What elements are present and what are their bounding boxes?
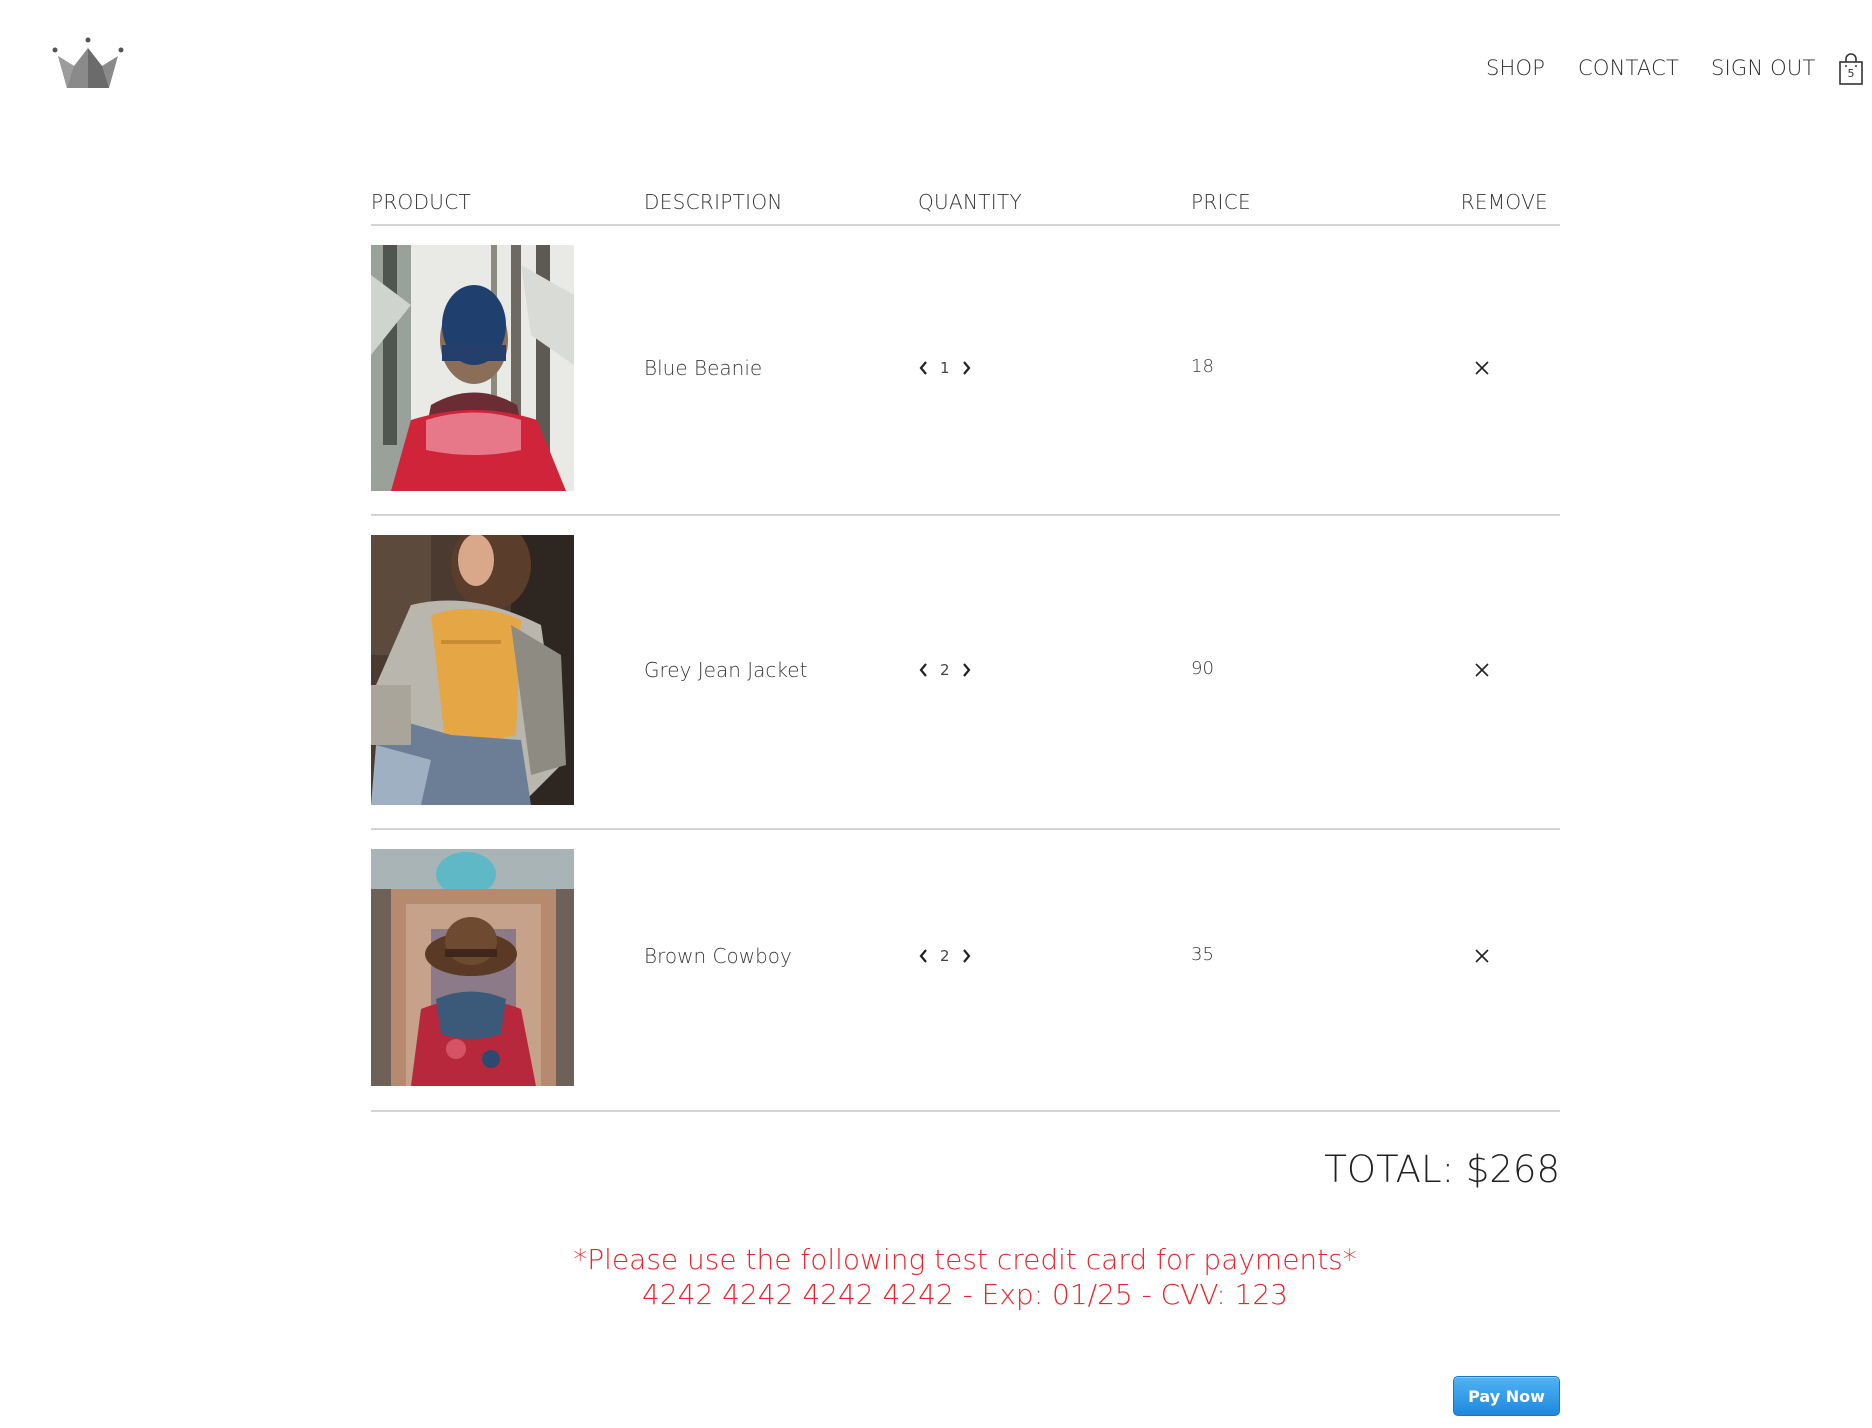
quantity-value: 2: [940, 661, 950, 679]
product-image-blue-beanie[interactable]: [371, 245, 574, 491]
chevron-right-icon[interactable]: [958, 356, 974, 380]
table-row: Blue Beanie 1 18: [371, 226, 1560, 516]
cart-total: TOTAL: $268: [1324, 1148, 1560, 1191]
nav-sign-out-link[interactable]: SIGN OUT: [1711, 56, 1816, 80]
test-card-details: 4242 4242 4242 4242 - Exp: 01/25 - CVV: …: [642, 1278, 1288, 1311]
column-header-quantity: QUANTITY: [918, 190, 1022, 214]
nav-contact-link[interactable]: CONTACT: [1578, 56, 1679, 80]
table-header: PRODUCT DESCRIPTION QUANTITY PRICE REMOV…: [371, 186, 1560, 226]
nav-shop-link[interactable]: SHOP: [1486, 56, 1545, 80]
product-image-grey-jean-jacket[interactable]: [371, 535, 574, 805]
table-row: Brown Cowboy 2 35: [371, 830, 1560, 1112]
item-price: 35: [1191, 944, 1214, 965]
column-header-remove: REMOVE: [1460, 190, 1548, 214]
quantity-stepper: 2: [916, 658, 974, 682]
quantity-value: 2: [940, 947, 950, 965]
chevron-left-icon[interactable]: [916, 356, 932, 380]
chevron-right-icon[interactable]: [958, 658, 974, 682]
item-price: 90: [1191, 658, 1214, 679]
item-price: 18: [1191, 356, 1214, 377]
column-header-product: PRODUCT: [371, 190, 472, 214]
item-description: Grey Jean Jacket: [644, 658, 808, 682]
pay-now-button[interactable]: Pay Now: [1453, 1376, 1560, 1416]
product-image-brown-cowboy[interactable]: [371, 849, 574, 1086]
quantity-value: 1: [940, 359, 950, 377]
chevron-left-icon[interactable]: [916, 658, 932, 682]
chevron-left-icon[interactable]: [916, 944, 932, 968]
item-description: Brown Cowboy: [644, 944, 792, 968]
remove-item-close-icon[interactable]: [1471, 658, 1493, 682]
cart-button[interactable]: 5: [1838, 52, 1864, 86]
remove-item-close-icon[interactable]: [1471, 356, 1493, 380]
item-description: Blue Beanie: [644, 356, 763, 380]
quantity-stepper: 1: [916, 356, 974, 380]
remove-item-close-icon[interactable]: [1471, 944, 1493, 968]
quantity-stepper: 2: [916, 944, 974, 968]
test-card-notice: *Please use the following test credit ca…: [573, 1243, 1357, 1276]
cart-count-badge: 5: [1847, 67, 1855, 80]
column-header-price: PRICE: [1191, 190, 1251, 214]
cart-table: PRODUCT DESCRIPTION QUANTITY PRICE REMOV…: [371, 186, 1560, 1112]
main-nav: SHOP CONTACT SIGN OUT: [0, 56, 1872, 86]
column-header-description: DESCRIPTION: [644, 190, 783, 214]
chevron-right-icon[interactable]: [958, 944, 974, 968]
table-row: Grey Jean Jacket 2 90: [371, 516, 1560, 830]
